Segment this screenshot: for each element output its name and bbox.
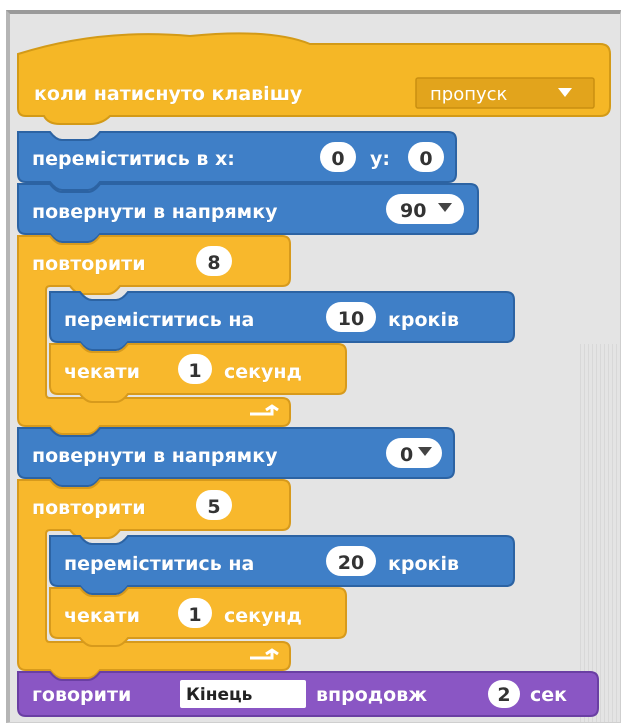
- goto-label-x: переміститись в x:: [32, 148, 235, 170]
- repeat-count-input-1[interactable]: 8: [196, 246, 232, 276]
- direction-label-2: повернути в напрямку: [32, 445, 278, 467]
- move-unit-2: кроків: [388, 553, 459, 575]
- repeat-count-2: 5: [207, 496, 220, 518]
- say-seconds-value: 2: [497, 684, 510, 706]
- script-area: коли натиснуто клавішу пропуск перемісти…: [6, 10, 621, 723]
- say-seconds-input[interactable]: 2: [488, 680, 520, 708]
- goto-xy-block[interactable]: переміститись в x: 0 y: 0: [17, 131, 457, 191]
- say-text-input[interactable]: Кінець: [180, 680, 306, 708]
- say-text-value: Кінець: [186, 685, 252, 705]
- move-label-1: переміститись на: [64, 309, 254, 331]
- direction-value-1: 90: [400, 200, 426, 222]
- seconds-value-1: 1: [188, 360, 201, 382]
- x-input[interactable]: 0: [320, 142, 356, 172]
- steps-value-1: 10: [338, 308, 364, 330]
- say-label-2: впродовж: [316, 684, 427, 706]
- steps-input-1[interactable]: 10: [326, 302, 376, 332]
- say-label: говорити: [32, 684, 131, 706]
- seconds-value-2: 1: [188, 604, 201, 626]
- move-steps-block-2[interactable]: переміститись на 20 кроків: [49, 535, 515, 595]
- direction-label-1: повернути в напрямку: [32, 201, 278, 223]
- wait-unit-2: секунд: [224, 605, 302, 627]
- steps-input-2[interactable]: 20: [326, 546, 376, 576]
- direction-dropdown-1[interactable]: 90: [386, 194, 464, 224]
- direction-dropdown-2[interactable]: 0: [386, 438, 442, 468]
- y-value: 0: [419, 148, 432, 170]
- wait-label-2: чекати: [64, 605, 140, 627]
- wait-unit-1: секунд: [224, 361, 302, 383]
- repeat-count-1: 8: [207, 252, 220, 274]
- steps-value-2: 20: [338, 552, 364, 574]
- wait-block-2[interactable]: чекати 1 секунд: [49, 587, 347, 647]
- hat-label: коли натиснуто клавішу: [34, 83, 303, 105]
- move-label-2: переміститись на: [64, 553, 254, 575]
- direction-value-2: 0: [400, 444, 413, 466]
- point-direction-block-2[interactable]: повернути в напрямку 0: [17, 427, 455, 487]
- stage: коли натиснуто клавішу пропуск перемісти…: [0, 0, 627, 724]
- point-direction-block-1[interactable]: повернути в напрямку 90: [17, 183, 479, 243]
- seconds-input-2[interactable]: 1: [178, 598, 212, 628]
- repeat-label-1: повторити: [32, 253, 146, 275]
- wait-label-1: чекати: [64, 361, 140, 383]
- key-dropdown-value: пропуск: [430, 84, 508, 105]
- say-unit: сек: [530, 684, 567, 706]
- hat-block-when-key-pressed[interactable]: коли натиснуто клавішу пропуск: [17, 32, 611, 125]
- scratch-script: коли натиснуто клавішу пропуск перемісти…: [17, 32, 611, 717]
- y-input[interactable]: 0: [408, 142, 444, 172]
- repeat-count-input-2[interactable]: 5: [196, 490, 232, 520]
- goto-label-y: y:: [370, 148, 390, 170]
- repeat-label-2: повторити: [32, 497, 146, 519]
- move-steps-block-1[interactable]: переміститись на 10 кроків: [49, 291, 515, 351]
- seconds-input-1[interactable]: 1: [178, 354, 212, 384]
- move-unit-1: кроків: [388, 309, 459, 331]
- x-value: 0: [331, 148, 344, 170]
- say-for-secs-block[interactable]: говорити Кінець впродовж 2 сек: [17, 671, 599, 717]
- wait-block-1[interactable]: чекати 1 секунд: [49, 343, 347, 403]
- key-dropdown[interactable]: пропуск: [415, 77, 595, 109]
